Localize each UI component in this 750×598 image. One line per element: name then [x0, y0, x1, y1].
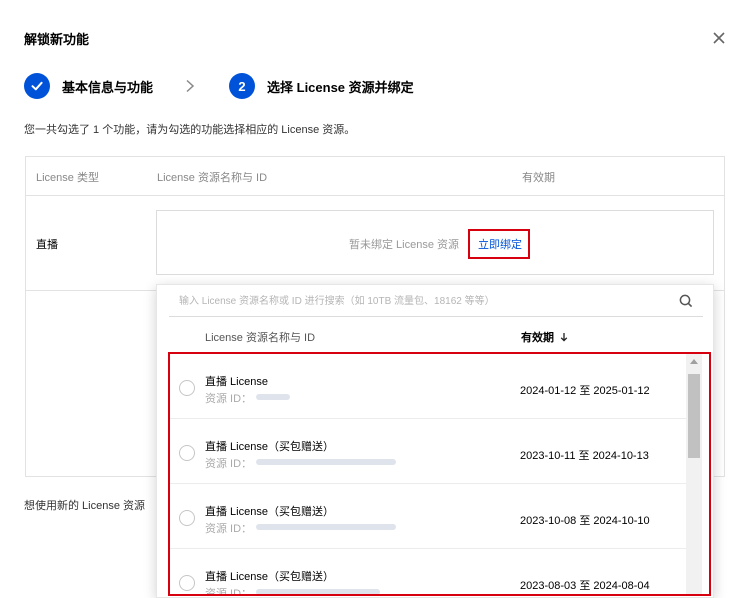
- scroll-up-arrow-icon[interactable]: [690, 359, 698, 364]
- header-license-name: License 资源名称与 ID: [157, 172, 268, 184]
- redacted-id: [256, 459, 397, 465]
- selection-summary: 您一共勾选了 1 个功能，请为勾选的功能选择相应的 License 资源。: [24, 124, 356, 136]
- license-list: 直播 License 资源 ID： 2024-01-12 至 2025-01-1…: [168, 352, 711, 596]
- select-radio[interactable]: [179, 445, 195, 461]
- item-id-label: 资源 ID：: [205, 390, 291, 406]
- select-radio[interactable]: [179, 380, 195, 396]
- dropdown-header-validity[interactable]: 有效期: [521, 329, 568, 345]
- item-id-label: 资源 ID：: [205, 585, 381, 596]
- step-2-number: 2: [229, 73, 256, 99]
- select-radio[interactable]: [179, 510, 195, 526]
- close-icon[interactable]: [711, 30, 727, 46]
- select-radio[interactable]: [179, 575, 195, 591]
- dialog-title: 解锁新功能: [24, 32, 90, 47]
- item-name: 直播 License（买包赠送）: [205, 506, 334, 518]
- item-id-label: 资源 ID：: [205, 520, 397, 536]
- new-license-hint: 想使用新的 License 资源: [24, 500, 146, 512]
- list-item[interactable]: 直播 License（买包赠送） 资源 ID： 2023-08-03 至 202…: [170, 549, 686, 596]
- redacted-id: [256, 524, 397, 530]
- step-1-done-indicator: [24, 73, 50, 99]
- sort-down-icon[interactable]: [560, 332, 568, 342]
- step-1-label: 基本信息与功能: [62, 79, 154, 95]
- item-period: 2024-01-12 至 2025-01-12: [520, 385, 650, 397]
- search-bar: [169, 285, 703, 317]
- item-id-prefix: 资源 ID：: [205, 393, 253, 405]
- item-period: 2023-10-11 至 2024-10-13: [520, 450, 649, 462]
- chevron-right-icon: [185, 73, 197, 99]
- stepper: 基本信息与功能 2 选择 License 资源并绑定: [24, 73, 414, 99]
- item-id-label: 资源 ID：: [205, 455, 397, 471]
- list-item[interactable]: 直播 License（买包赠送） 资源 ID： 2023-10-08 至 202…: [170, 484, 686, 549]
- redacted-id: [256, 394, 291, 400]
- item-name: 直播 License（买包赠送）: [205, 571, 334, 583]
- bind-now-link[interactable]: 立即绑定: [468, 229, 530, 259]
- row-license-type: 直播: [36, 239, 58, 251]
- item-id-prefix: 资源 ID：: [205, 588, 253, 596]
- search-icon[interactable]: [678, 293, 694, 309]
- item-id-prefix: 资源 ID：: [205, 458, 253, 470]
- check-icon: [31, 81, 43, 91]
- dropdown-header-name: License 资源名称与 ID: [205, 332, 316, 344]
- step-2-label: 选择 License 资源并绑定: [267, 79, 414, 95]
- header-validity: 有效期: [522, 172, 555, 184]
- dropdown-header-validity-label: 有效期: [521, 332, 554, 344]
- scroll-thumb[interactable]: [688, 374, 700, 458]
- list-scrollbar[interactable]: [686, 354, 702, 594]
- item-name: 直播 License（买包赠送）: [205, 441, 334, 453]
- header-license-type: License 类型: [36, 172, 99, 184]
- item-name: 直播 License: [205, 376, 268, 388]
- list-item[interactable]: 直播 License（买包赠送） 资源 ID： 2023-10-11 至 202…: [170, 419, 686, 484]
- list-item[interactable]: 直播 License 资源 ID： 2024-01-12 至 2025-01-1…: [170, 354, 686, 419]
- item-period: 2023-10-08 至 2024-10-10: [520, 515, 650, 527]
- redacted-id: [256, 589, 381, 594]
- table-header: License 类型 License 资源名称与 ID 有效期: [26, 157, 724, 196]
- item-id-prefix: 资源 ID：: [205, 523, 253, 535]
- item-period: 2023-08-03 至 2024-08-04: [520, 580, 650, 592]
- search-input[interactable]: [179, 293, 669, 309]
- unbound-status-text: 暂未绑定 License 资源: [349, 239, 460, 251]
